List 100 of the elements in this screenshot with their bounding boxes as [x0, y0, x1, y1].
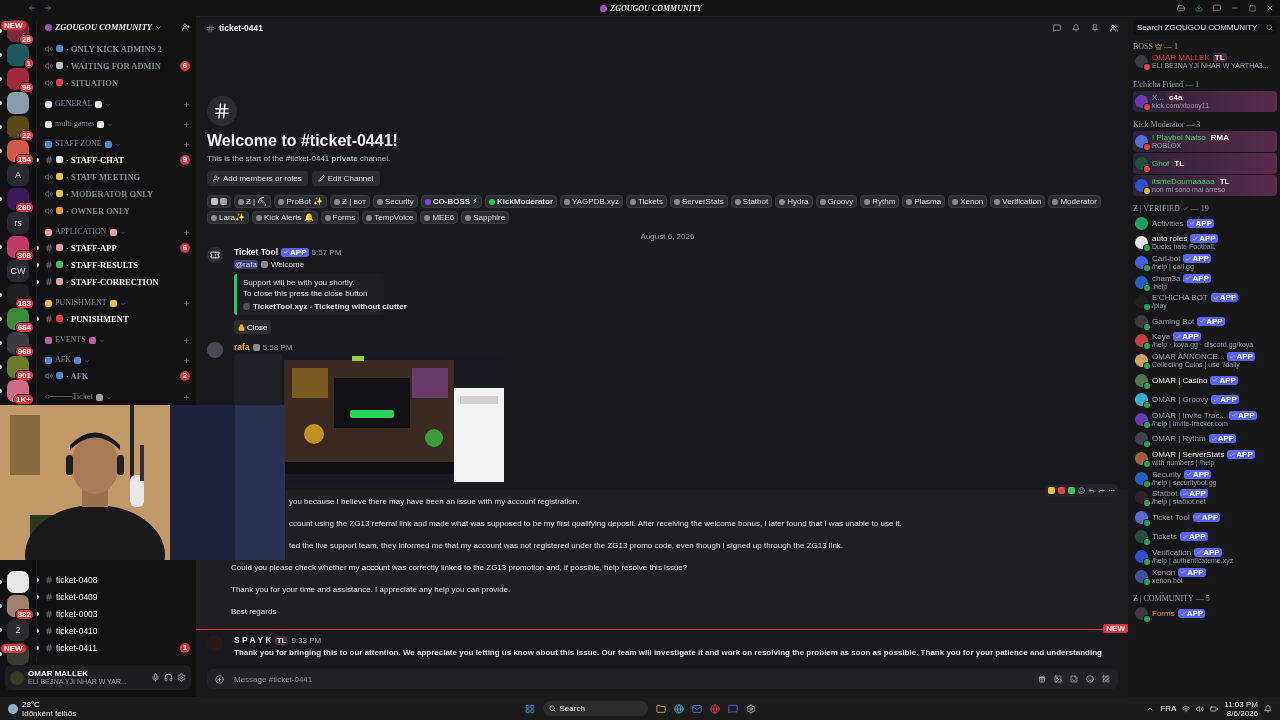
role-label: CO-BOSS ⚡	[432, 197, 478, 206]
check-icon	[1175, 333, 1182, 340]
role-label: Rythm	[872, 197, 896, 206]
forward-icon[interactable]	[1098, 487, 1105, 494]
channel-item[interactable]: · STAFF MEETING	[66, 171, 190, 182]
channel-item[interactable]: · SITUATION	[66, 77, 190, 88]
category-label[interactable]: ○────Ticket	[45, 392, 93, 401]
category-label[interactable]: PUNISHMENT	[55, 298, 107, 307]
channel-item[interactable]: · STAFF-RESULTS	[66, 259, 190, 270]
server-icon[interactable]: 2	[7, 619, 29, 641]
reply-icon[interactable]	[1088, 487, 1095, 494]
maximize-icon[interactable]	[1249, 4, 1256, 12]
channel-item[interactable]: ticket-0411	[56, 642, 177, 653]
server-icon[interactable]: A	[7, 164, 29, 186]
server-icon[interactable]	[7, 595, 29, 617]
member-row[interactable]: Gaming Bot APP	[1133, 311, 1277, 332]
add-members-button[interactable]: Add members or roles	[207, 171, 308, 186]
channel-item[interactable]: · STAFF-APP	[66, 242, 177, 253]
channel-item[interactable]: ticket-0408	[56, 574, 190, 585]
category-label[interactable]: STAFF ZONE	[55, 139, 102, 148]
mic-icon[interactable]	[151, 673, 160, 682]
channel-item[interactable]: · OWNER ONLY	[66, 205, 190, 216]
server-icon[interactable]	[7, 68, 29, 90]
members-icon[interactable]	[1110, 24, 1118, 32]
browser-icon[interactable]	[673, 703, 684, 714]
server-icon[interactable]	[7, 571, 29, 593]
edit-channel-button[interactable]: Edit Channel	[311, 171, 380, 186]
attach-icon[interactable]	[215, 674, 224, 684]
message-text: Best regards	[231, 606, 278, 617]
gear-icon[interactable]	[745, 703, 756, 714]
group-count: — 1	[1164, 42, 1178, 51]
category-label[interactable]: multi games	[55, 119, 95, 128]
channel-item[interactable]: · PUNISHMENT	[66, 313, 190, 324]
server-icon[interactable]	[7, 116, 29, 138]
server-icon[interactable]: CW	[7, 260, 29, 282]
channel-item[interactable]: ticket-0410	[56, 625, 190, 636]
member-row[interactable]: Ticket Tool APP	[1133, 507, 1277, 528]
channel-item[interactable]: · ONLY KICK ADMINS 2	[66, 43, 190, 54]
gift-icon[interactable]	[1038, 675, 1046, 683]
server-icon[interactable]	[7, 236, 29, 258]
member-name: Activities	[1152, 218, 1184, 228]
group-count: — 3	[1186, 119, 1201, 129]
folder-icon[interactable]	[655, 703, 666, 714]
wifi-icon[interactable]	[1182, 704, 1191, 713]
battery-icon[interactable]	[1210, 704, 1219, 713]
sticker-icon[interactable]	[1070, 675, 1078, 683]
member-banner[interactable]: Ghof TL	[1133, 152, 1277, 174]
channel-item[interactable]: · STAFF-CHAT	[66, 154, 177, 165]
role-label: Verification	[1002, 197, 1042, 206]
member-row[interactable]: Activities APP	[1133, 213, 1277, 234]
taskbar-search[interactable]: Search	[542, 701, 648, 716]
member-row[interactable]: Tickets APP	[1133, 527, 1277, 547]
channel-item[interactable]: · STAFF-CORRECTION	[66, 276, 190, 287]
member-row[interactable]: OMAR | Groovy APP	[1133, 389, 1277, 410]
server-icon[interactable]	[7, 92, 29, 114]
check-icon	[1192, 236, 1199, 242]
member-row[interactable]: Forms APP	[1133, 603, 1277, 624]
category-label[interactable]: AFK	[55, 355, 71, 364]
download-icon[interactable]	[1195, 4, 1203, 12]
message-input[interactable]: Message #ticket-0441	[232, 673, 1030, 685]
search-input[interactable]: Search ZGOUGOU COMMUNITY	[1137, 23, 1265, 32]
close-button[interactable]: Close	[234, 320, 272, 334]
apps-icon[interactable]	[1102, 675, 1110, 683]
channel-item[interactable]: · WAITING FOR ADMIN	[66, 60, 177, 71]
threads-icon[interactable]	[1053, 24, 1061, 32]
server-icon[interactable]: rs	[7, 212, 29, 234]
hash-icon	[45, 626, 53, 635]
category-label[interactable]: EVENTS	[55, 335, 86, 344]
category-label[interactable]: APPLICATION	[55, 227, 107, 236]
welcome-text: This is the start of the #ticket-0441 private channel.	[207, 153, 392, 165]
add-icon	[183, 121, 190, 128]
chevron-icon	[107, 122, 114, 128]
settings-icon[interactable]	[177, 673, 186, 682]
volume-icon[interactable]	[1196, 704, 1205, 713]
reaction-icon[interactable]	[1078, 487, 1085, 494]
invite-icon[interactable]	[182, 23, 190, 31]
channel-item[interactable]: ticket-0003	[56, 608, 190, 619]
channel-item[interactable]: · MODERATOR ONLY	[66, 188, 190, 199]
user-mention[interactable]: @rafa	[234, 260, 258, 269]
channel-item[interactable]: · AFK	[66, 370, 177, 381]
channel-item[interactable]: ticket-0409	[56, 591, 190, 602]
search-field[interactable]: Search ZGOUGOU COMMUNITY	[1133, 20, 1277, 35]
emoji-icon[interactable]	[1086, 675, 1094, 683]
message-field[interactable]: Message #ticket-0441	[207, 669, 1118, 689]
close-icon[interactable]	[1266, 4, 1274, 12]
server-name[interactable]: ZGOUGOU COMMUNITY	[55, 22, 153, 32]
gif-icon[interactable]	[1054, 675, 1062, 683]
notification-icon[interactable]	[1072, 24, 1080, 32]
category-label[interactable]: GENERAL	[55, 99, 93, 108]
browser-icon[interactable]	[709, 703, 720, 714]
headphones-icon[interactable]	[164, 673, 173, 682]
start-icon[interactable]	[524, 703, 535, 714]
member-row[interactable]: OMAR | Casino APP	[1133, 370, 1277, 390]
member-row[interactable]: OMAR | Rythm APP	[1133, 429, 1277, 449]
mention-badge: 1	[180, 642, 190, 653]
notification-icon[interactable]	[1264, 704, 1272, 713]
mail-icon[interactable]	[691, 703, 702, 714]
inbox-icon[interactable]	[1177, 4, 1185, 12]
role-label: Ƶ | ʙᴏᴛ	[342, 197, 366, 206]
pin-icon[interactable]	[1091, 24, 1099, 32]
